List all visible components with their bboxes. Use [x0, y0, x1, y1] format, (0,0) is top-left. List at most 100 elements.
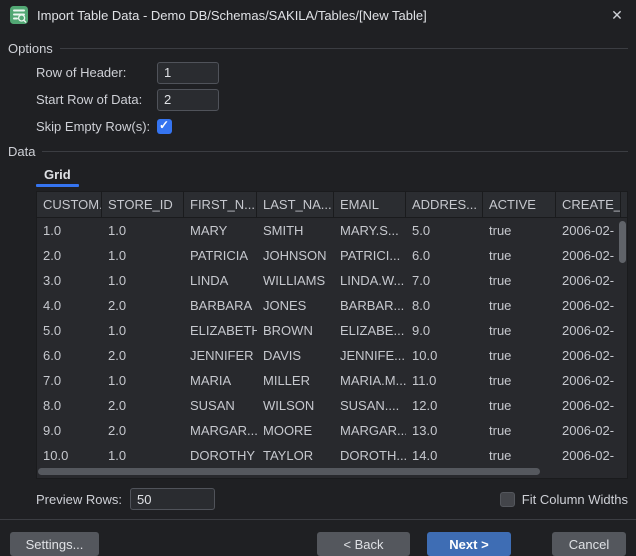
- column-header[interactable]: EMAIL: [334, 192, 406, 217]
- start-row-of-data-input[interactable]: [157, 89, 219, 111]
- table-cell: 6.0: [406, 243, 483, 268]
- table-cell: 2006-02-: [556, 393, 621, 418]
- column-header[interactable]: LAST_NA...: [257, 192, 334, 217]
- table-cell: 8.0: [37, 393, 102, 418]
- table-cell: 9.0: [37, 418, 102, 443]
- table-row[interactable]: 10.01.0DOROTHYTAYLORDOROTH...14.0true200…: [37, 443, 627, 468]
- table-cell: 14.0: [406, 443, 483, 468]
- settings-button[interactable]: Settings...: [10, 532, 99, 556]
- table-row[interactable]: 7.01.0MARIAMILLERMARIA.M...11.0true2006-…: [37, 368, 627, 393]
- table-cell: 2.0: [102, 293, 184, 318]
- fit-column-widths-label: Fit Column Widths: [522, 492, 628, 507]
- table-row[interactable]: 4.02.0BARBARAJONESBARBAR...8.0true2006-0…: [37, 293, 627, 318]
- column-header[interactable]: STORE_ID: [102, 192, 184, 217]
- table-cell: 2006-02-: [556, 443, 621, 468]
- table-cell: PATRICI...: [334, 243, 406, 268]
- table-cell: 8.0: [406, 293, 483, 318]
- table-row[interactable]: 6.02.0JENNIFERDAVISJENNIFE...10.0true200…: [37, 343, 627, 368]
- table-cell: LINDA: [184, 268, 257, 293]
- table-cell: DOROTHY: [184, 443, 257, 468]
- table-cell: 4.0: [37, 293, 102, 318]
- table-cell: true: [483, 318, 556, 343]
- preview-rows-input[interactable]: [130, 488, 215, 510]
- vertical-scrollbar-thumb[interactable]: [619, 221, 626, 263]
- cancel-button[interactable]: Cancel: [552, 532, 626, 556]
- table-cell: 3.0: [37, 268, 102, 293]
- table-cell: 7.0: [37, 368, 102, 393]
- table-cell: 2006-02-: [556, 343, 621, 368]
- table-cell: 1.0: [102, 218, 184, 243]
- table-row[interactable]: 9.02.0MARGAR...MOOREMARGAR...13.0true200…: [37, 418, 627, 443]
- dialog-title: Import Table Data - Demo DB/Schemas/SAKI…: [37, 8, 427, 23]
- tab-grid[interactable]: Grid: [36, 167, 79, 187]
- table-cell: 2.0: [102, 343, 184, 368]
- table-cell: 7.0: [406, 268, 483, 293]
- column-header[interactable]: CUSTOM...: [37, 192, 102, 217]
- horizontal-scrollbar-track: [37, 468, 627, 476]
- column-header[interactable]: CREATE_...: [556, 192, 621, 217]
- table-cell: 5.0: [406, 218, 483, 243]
- back-button[interactable]: < Back: [317, 532, 410, 556]
- table-cell: WILLIAMS: [257, 268, 334, 293]
- table-row[interactable]: 8.02.0SUSANWILSONSUSAN....12.0true2006-0…: [37, 393, 627, 418]
- table-cell: MOORE: [257, 418, 334, 443]
- table-cell: 2006-02-: [556, 218, 621, 243]
- skip-empty-rows-checkbox[interactable]: [157, 119, 172, 134]
- options-group-label: Options: [8, 41, 53, 56]
- preview-controls-row: Preview Rows: Fit Column Widths: [36, 487, 636, 511]
- skip-empty-rows-label: Skip Empty Row(s):: [36, 119, 157, 134]
- table-row[interactable]: 2.01.0PATRICIAJOHNSONPATRICI...6.0true20…: [37, 243, 627, 268]
- table-cell: 9.0: [406, 318, 483, 343]
- table-cell: true: [483, 218, 556, 243]
- fit-column-widths-checkbox[interactable]: [500, 492, 515, 507]
- table-cell: 2006-02-: [556, 293, 621, 318]
- table-cell: 5.0: [37, 318, 102, 343]
- table-cell: SMITH: [257, 218, 334, 243]
- table-cell: PATRICIA: [184, 243, 257, 268]
- start-row-of-data-label: Start Row of Data:: [36, 92, 157, 107]
- table-cell: 13.0: [406, 418, 483, 443]
- grid-header-row: CUSTOM...STORE_IDFIRST_N...LAST_NA...EMA…: [37, 192, 627, 218]
- column-header[interactable]: FIRST_N...: [184, 192, 257, 217]
- table-cell: 2006-02-: [556, 268, 621, 293]
- table-cell: JONES: [257, 293, 334, 318]
- options-form: Row of Header: Start Row of Data: Skip E…: [0, 59, 636, 140]
- table-cell: 12.0: [406, 393, 483, 418]
- table-cell: true: [483, 243, 556, 268]
- table-cell: 1.0: [102, 368, 184, 393]
- preview-rows-label: Preview Rows:: [36, 492, 122, 507]
- table-row[interactable]: 1.01.0MARYSMITHMARY.S...5.0true2006-02-: [37, 218, 627, 243]
- column-header[interactable]: ADDRES...: [406, 192, 483, 217]
- row-of-header-input[interactable]: [157, 62, 219, 84]
- horizontal-scrollbar-thumb[interactable]: [38, 468, 540, 475]
- tab-grid-label: Grid: [44, 167, 71, 182]
- table-row[interactable]: 3.01.0LINDAWILLIAMSLINDA.W...7.0true2006…: [37, 268, 627, 293]
- column-header[interactable]: ACTIVE: [483, 192, 556, 217]
- table-cell: 2006-02-: [556, 368, 621, 393]
- row-of-header-row: Row of Header:: [36, 59, 636, 86]
- table-cell: 1.0: [102, 443, 184, 468]
- table-cell: 2006-02-: [556, 418, 621, 443]
- table-cell: 1.0: [102, 243, 184, 268]
- table-cell: DOROTH...: [334, 443, 406, 468]
- data-group-header: Data: [0, 143, 636, 159]
- table-cell: SUSAN: [184, 393, 257, 418]
- table-cell: MILLER: [257, 368, 334, 393]
- table-cell: JENNIFER: [184, 343, 257, 368]
- table-cell: true: [483, 393, 556, 418]
- table-cell: DAVIS: [257, 343, 334, 368]
- table-search-icon: [10, 6, 28, 24]
- close-icon[interactable]: ✕: [608, 6, 626, 24]
- import-table-data-dialog: Import Table Data - Demo DB/Schemas/SAKI…: [0, 0, 636, 554]
- table-cell: 11.0: [406, 368, 483, 393]
- table-cell: true: [483, 293, 556, 318]
- table-row[interactable]: 5.01.0ELIZABETHBROWNELIZABE...9.0true200…: [37, 318, 627, 343]
- skip-empty-rows-row: Skip Empty Row(s):: [36, 113, 636, 140]
- table-cell: WILSON: [257, 393, 334, 418]
- table-cell: JOHNSON: [257, 243, 334, 268]
- next-button[interactable]: Next >: [427, 532, 511, 556]
- table-cell: 2.0: [102, 393, 184, 418]
- table-cell: MARIA: [184, 368, 257, 393]
- data-tab-strip: Grid: [36, 167, 636, 191]
- table-cell: 2006-02-: [556, 318, 621, 343]
